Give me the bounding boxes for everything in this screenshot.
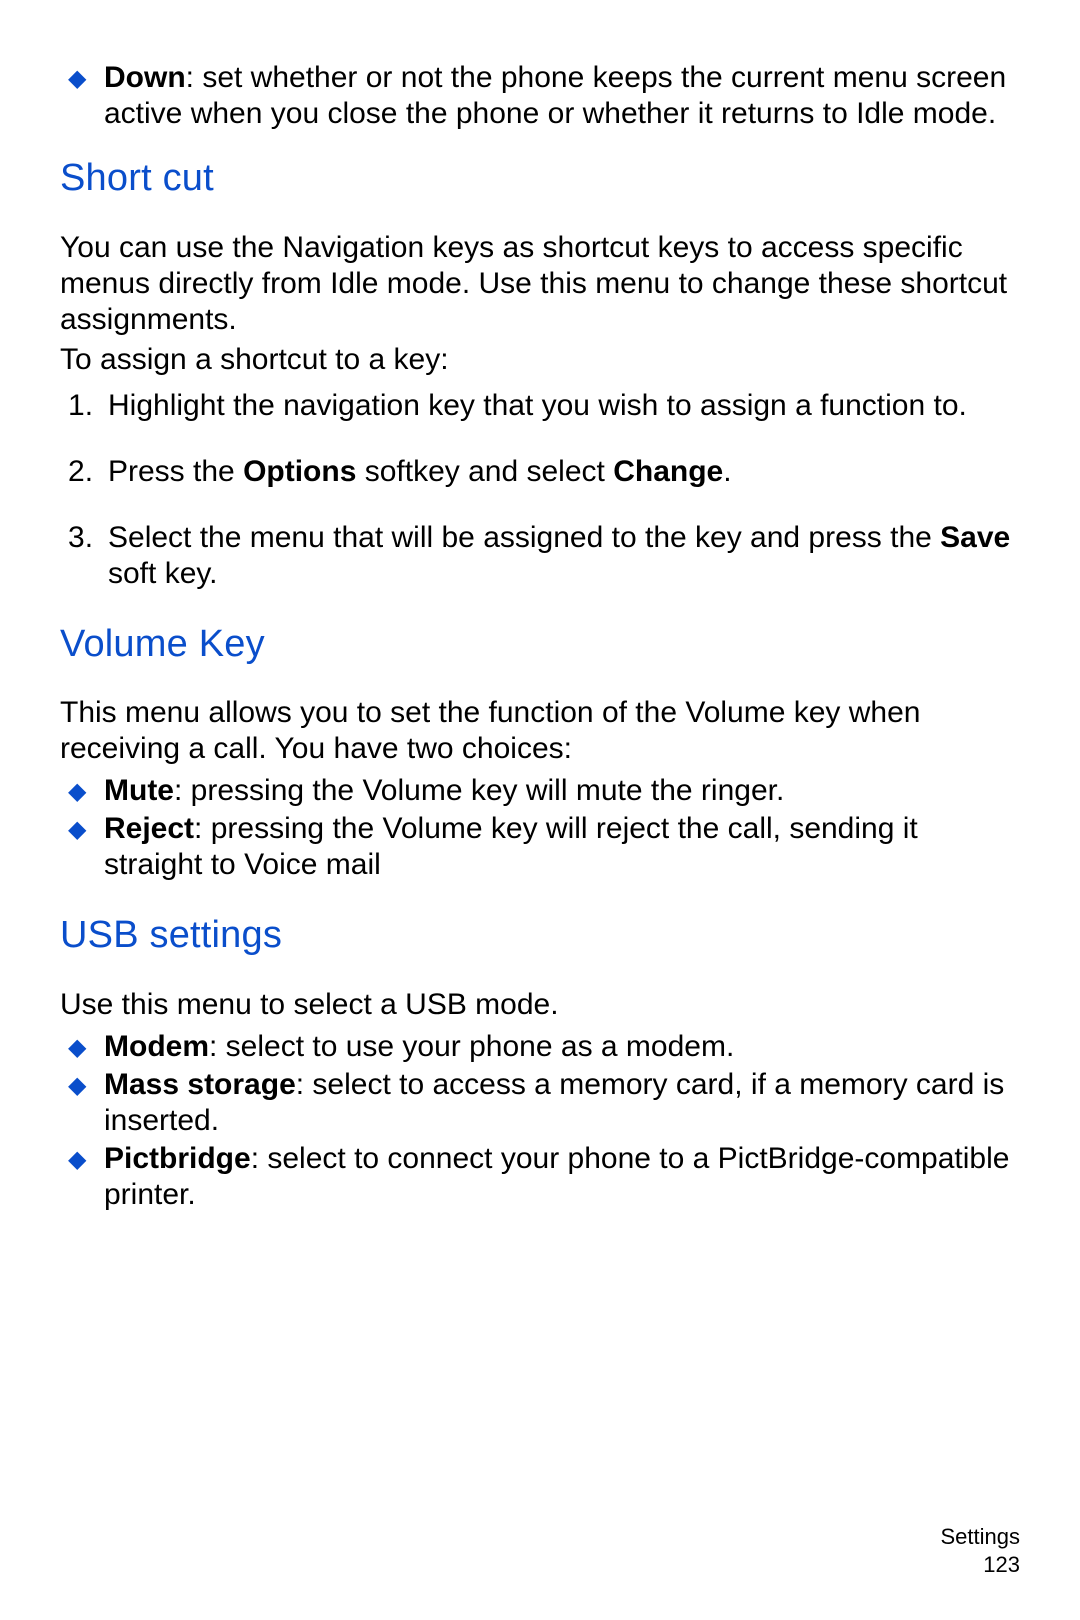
intro-bullet-list: Down: set whether or not the phone keeps…	[60, 60, 1020, 132]
bullet-desc: : pressing the Volume key will mute the …	[174, 774, 784, 807]
volume-intro: This menu allows you to set the function…	[60, 695, 1020, 767]
footer-section: Settings	[941, 1523, 1021, 1551]
step-text: softkey and select	[356, 455, 613, 488]
step-text: Select the menu that will be assigned to…	[108, 521, 940, 554]
step-2: Press the Options softkey and select Cha…	[60, 454, 1020, 490]
usb-intro: Use this menu to select a USB mode.	[60, 987, 1020, 1023]
volume-bullets: Mute: pressing the Volume key will mute …	[60, 773, 1020, 883]
manual-page: Down: set whether or not the phone keeps…	[0, 0, 1080, 1620]
heading-volume: Volume Key	[60, 622, 1020, 668]
list-item: Mute: pressing the Volume key will mute …	[60, 773, 1020, 809]
usb-bullets: Modem: select to use your phone as a mod…	[60, 1029, 1020, 1213]
step-text: Highlight the navigation key that you wi…	[108, 389, 967, 422]
step-3: Select the menu that will be assigned to…	[60, 520, 1020, 592]
page-footer: Settings 123	[941, 1523, 1021, 1578]
list-item: Mass storage: select to access a memory …	[60, 1067, 1020, 1139]
list-item: Reject: pressing the Volume key will rej…	[60, 811, 1020, 883]
step-bold: Save	[940, 521, 1010, 554]
bullet-term: Modem	[104, 1030, 209, 1063]
bullet-desc: : set whether or not the phone keeps the…	[104, 61, 1006, 130]
bullet-term: Reject	[104, 812, 194, 845]
bullet-term: Pictbridge	[104, 1142, 251, 1175]
footer-page-number: 123	[941, 1551, 1021, 1579]
heading-shortcut: Short cut	[60, 156, 1020, 202]
step-text: .	[723, 455, 731, 488]
bullet-term: Mute	[104, 774, 174, 807]
step-bold: Change	[613, 455, 723, 488]
heading-usb: USB settings	[60, 913, 1020, 959]
bullet-term: Down	[104, 61, 186, 94]
bullet-term: Mass storage	[104, 1068, 296, 1101]
list-item: Pictbridge: select to connect your phone…	[60, 1141, 1020, 1213]
list-item: Modem: select to use your phone as a mod…	[60, 1029, 1020, 1065]
step-1: Highlight the navigation key that you wi…	[60, 388, 1020, 424]
list-item: Down: set whether or not the phone keeps…	[60, 60, 1020, 132]
step-text: soft key.	[108, 557, 217, 590]
bullet-desc: : select to use your phone as a modem.	[209, 1030, 734, 1063]
step-bold: Options	[243, 455, 356, 488]
shortcut-intro2: To assign a shortcut to a key:	[60, 342, 1020, 378]
shortcut-steps: Highlight the navigation key that you wi…	[60, 388, 1020, 592]
bullet-desc: : pressing the Volume key will reject th…	[104, 812, 918, 881]
step-text: Press the	[108, 455, 243, 488]
shortcut-intro1: You can use the Navigation keys as short…	[60, 230, 1020, 338]
